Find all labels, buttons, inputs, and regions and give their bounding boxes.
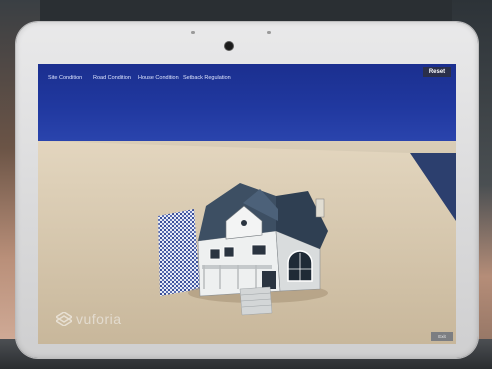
- ar-camera-view: vuforia Exit: [38, 141, 456, 344]
- nav-site-condition[interactable]: Site Condition: [48, 75, 82, 81]
- exit-button[interactable]: Exit: [431, 332, 453, 341]
- house-model-icon: [158, 183, 328, 316]
- vuforia-logo-icon: [56, 312, 72, 326]
- vuforia-wordmark: vuforia: [76, 311, 122, 327]
- tablet-device: Site Condition Road Condition House Cond…: [16, 22, 478, 358]
- reset-button[interactable]: Reset: [423, 67, 451, 77]
- nav-setback-regulation[interactable]: Setback Regulation: [183, 75, 231, 81]
- nav-road-condition[interactable]: Road Condition: [93, 75, 131, 81]
- top-nav-bar: Site Condition Road Condition House Cond…: [38, 64, 456, 141]
- qr-target-icon: [158, 209, 200, 296]
- sensor-icon: [191, 31, 195, 34]
- vuforia-watermark: vuforia: [56, 311, 122, 327]
- nav-house-condition[interactable]: House Condition: [138, 75, 179, 81]
- tablet-screen: Site Condition Road Condition House Cond…: [38, 64, 456, 344]
- sensor-icon: [267, 31, 271, 34]
- front-camera-icon: [225, 42, 233, 50]
